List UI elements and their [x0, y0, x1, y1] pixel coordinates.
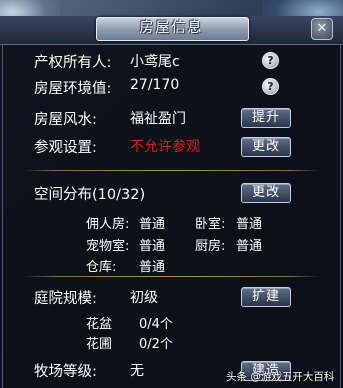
section-divider-2: [24, 276, 320, 277]
watermark-text: 头条 @游戏五开大百科: [226, 371, 335, 383]
owner-value: 小鸢尾c: [130, 54, 180, 70]
room-pet-label: 宠物室:: [86, 239, 130, 254]
environment-help-icon[interactable]: ?: [262, 78, 279, 95]
room-bedroom-level: 普通: [236, 217, 263, 232]
ranch-label: 牧场等级:: [34, 364, 97, 380]
space-label: 空间分布(10/32): [34, 187, 146, 203]
close-button[interactable]: ✕: [311, 18, 333, 40]
change-visit-button[interactable]: 更改: [241, 137, 291, 157]
expand-courtyard-button[interactable]: 扩建: [241, 287, 291, 307]
room-kitchen-level: 普通: [236, 239, 263, 254]
room-kitchen-label: 厨房:: [195, 239, 226, 254]
frame-left: [2, 44, 3, 388]
environment-label: 房屋环境值:: [34, 81, 112, 97]
courtyard-value: 初级: [130, 290, 158, 306]
upgrade-fengshui-button[interactable]: 提升: [241, 108, 291, 128]
section-divider: [24, 170, 320, 171]
flowerbed-value: 0/2个: [139, 337, 173, 352]
flowerpot-value: 0/4个: [139, 317, 173, 332]
room-storage-label: 仓库:: [86, 260, 117, 275]
room-storage-level: 普通: [139, 260, 166, 275]
owner-label: 产权所有人:: [34, 55, 112, 71]
room-bedroom-label: 卧室:: [195, 217, 226, 232]
change-space-button[interactable]: 更改: [241, 183, 291, 203]
frame-right: [340, 44, 341, 388]
fengshui-value: 福祉盈门: [130, 111, 186, 127]
room-servant-label: 佣人房:: [86, 217, 130, 232]
environment-value: 27/170: [130, 77, 180, 93]
owner-help-icon[interactable]: ?: [262, 52, 279, 69]
flowerbed-label: 花圃: [86, 337, 113, 352]
room-servant-level: 普通: [139, 217, 166, 232]
ranch-value: 无: [130, 363, 144, 379]
window-title: 房屋信息: [139, 20, 204, 36]
visit-label: 参观设置:: [34, 140, 97, 156]
fengshui-label: 房屋风水:: [34, 112, 97, 128]
flowerpot-label: 花盆: [86, 317, 113, 332]
courtyard-label: 庭院规模:: [34, 291, 97, 307]
room-pet-level: 普通: [139, 239, 166, 254]
visit-value: 不允许参观: [130, 139, 200, 155]
